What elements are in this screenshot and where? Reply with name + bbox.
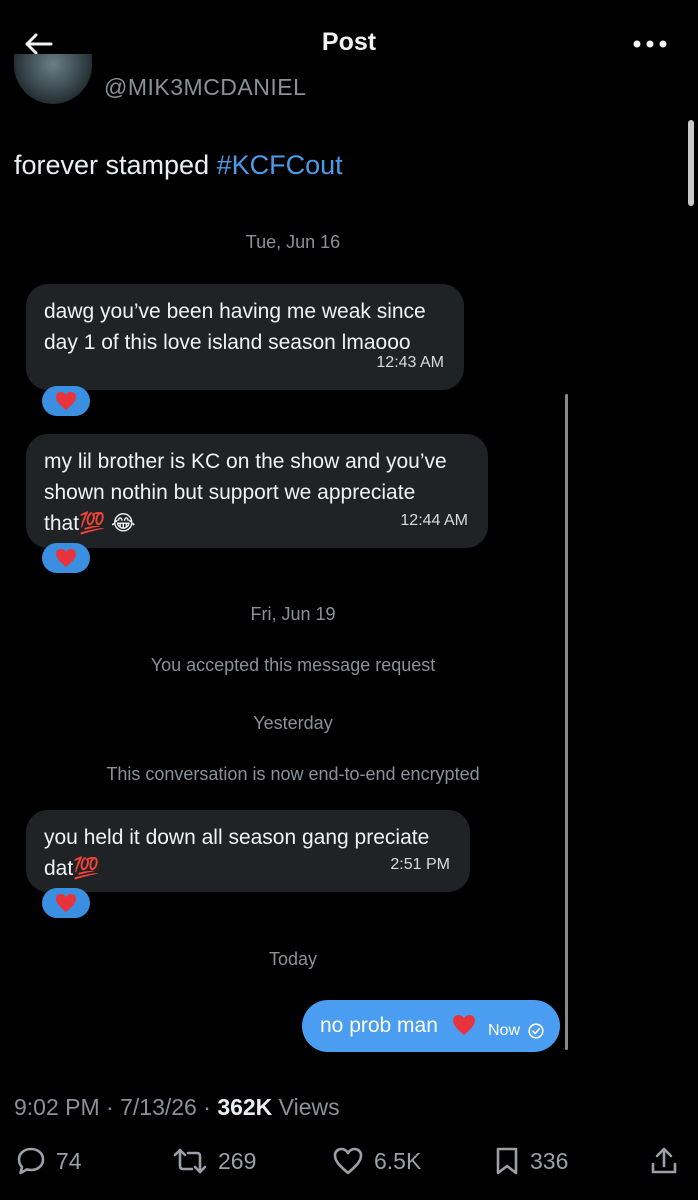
system-notice: This conversation is now end-to-end encr… [106, 764, 480, 784]
reply-icon [17, 1147, 45, 1175]
message-time: 2:51 PM [390, 856, 450, 873]
avatar[interactable] [14, 54, 92, 104]
repost-icon [173, 1148, 207, 1174]
post-meta: 9:02 PM · 7/13/26 · 362K Views [14, 1094, 340, 1121]
views-count[interactable]: 362K [217, 1094, 272, 1120]
page-title: Post [321, 28, 377, 56]
message-time: Now [488, 1022, 521, 1039]
bookmark-icon [496, 1147, 518, 1175]
date-separator: Today [268, 949, 318, 969]
repost-button[interactable]: 269 [172, 1146, 256, 1176]
message-time: 12:44 AM [400, 512, 468, 529]
reply-count: 74 [56, 1147, 82, 1174]
tweet-text: forever stamped #KCFCout [14, 150, 343, 181]
date-separator: Tue, Jun 16 [245, 232, 341, 252]
author-handle[interactable]: @MIK3MCDANIEL [104, 74, 306, 101]
heart-icon [56, 548, 76, 568]
message-time: 12:43 AM [376, 354, 444, 371]
system-notice: You accepted this message request [150, 655, 436, 675]
action-bar: 74 269 6.5K 336 [0, 1138, 698, 1186]
message-bubble: you held it down all season gang preciat… [26, 810, 470, 892]
bookmark-count: 336 [530, 1147, 569, 1174]
like-count: 6.5K [374, 1147, 422, 1174]
views-label: Views [272, 1094, 340, 1120]
repost-count: 269 [218, 1147, 257, 1174]
heart-icon [56, 391, 76, 411]
page-scrollbar[interactable] [688, 120, 694, 206]
meta-separator: · [203, 1094, 211, 1120]
bookmark-button[interactable]: 336 [494, 1146, 568, 1176]
more-dots-icon [633, 40, 667, 48]
heart-reaction[interactable] [42, 543, 90, 573]
share-button[interactable] [650, 1146, 678, 1176]
share-icon [651, 1147, 677, 1174]
date-separator: Yesterday [253, 713, 333, 733]
sent-message-bubble: no prob man Now [302, 1000, 560, 1052]
heart-icon [56, 893, 76, 913]
message-text: no prob man [320, 1014, 438, 1037]
screenshot-scrollbar [565, 394, 568, 1050]
date-separator: Fri, Jun 19 [250, 604, 336, 624]
like-button[interactable]: 6.5K [332, 1146, 421, 1176]
reply-button[interactable]: 74 [16, 1146, 82, 1176]
heart-icon [452, 1014, 476, 1041]
message-bubble: my lil brother is KC on the show and you… [26, 434, 488, 548]
meta-separator: · [106, 1094, 114, 1120]
heart-reaction[interactable] [42, 888, 90, 918]
like-icon [333, 1147, 363, 1175]
message-bubble: dawg you’ve been having me weak since da… [26, 284, 464, 390]
post-date: 7/13/26 [120, 1094, 197, 1120]
hashtag-link[interactable]: #KCFCout [217, 150, 343, 180]
post-time: 9:02 PM [14, 1094, 100, 1120]
more-options-button[interactable] [630, 30, 670, 58]
seen-check-icon [528, 1023, 544, 1044]
tweet-body: forever stamped [14, 150, 217, 180]
heart-reaction[interactable] [42, 386, 90, 416]
